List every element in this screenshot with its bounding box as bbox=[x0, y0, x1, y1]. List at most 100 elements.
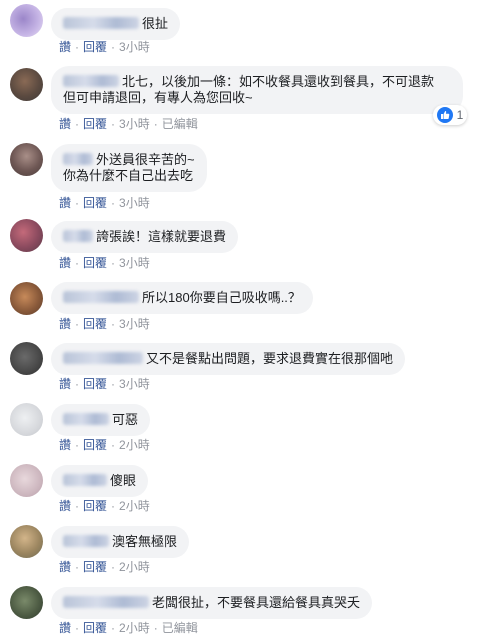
like-link[interactable]: 讚 bbox=[59, 377, 71, 391]
separator: · bbox=[75, 621, 80, 635]
separator: · bbox=[75, 40, 80, 54]
comment-text: 誇張誒！這樣就要退費 bbox=[96, 229, 227, 244]
comment-text-line2: 你為什麼不自己出去吃 bbox=[63, 168, 194, 183]
comment-bubble: 傻眼 bbox=[51, 465, 149, 497]
reply-link[interactable]: 回覆 bbox=[83, 438, 107, 452]
timestamp[interactable]: 3小時 bbox=[119, 196, 150, 210]
comment-text: 外送員很辛苦的~ bbox=[96, 152, 195, 167]
edited-label[interactable]: 已編輯 bbox=[162, 621, 198, 635]
comment-actions: 讚 · 回覆 · 3小時 bbox=[59, 377, 150, 391]
avatar[interactable] bbox=[10, 282, 43, 315]
separator: · bbox=[75, 196, 80, 210]
timestamp[interactable]: 2小時 bbox=[119, 621, 150, 635]
comment-actions: 讚 · 回覆 · 3小時 bbox=[59, 196, 150, 210]
comment-text: 很扯 bbox=[142, 16, 169, 31]
timestamp[interactable]: 3小時 bbox=[119, 317, 150, 331]
avatar[interactable] bbox=[10, 525, 43, 558]
reaction-count[interactable]: 1 bbox=[433, 105, 467, 125]
separator: · bbox=[153, 621, 158, 635]
like-link[interactable]: 讚 bbox=[59, 117, 71, 131]
comment-bubble: 可惡 bbox=[51, 404, 151, 436]
separator: · bbox=[111, 40, 116, 54]
separator: · bbox=[75, 438, 80, 452]
reply-link[interactable]: 回覆 bbox=[83, 196, 107, 210]
comment-actions: 讚 · 回覆 · 3小時 · 已編輯 bbox=[59, 117, 198, 131]
comment-actions: 讚 · 回覆 · 2小時 bbox=[59, 560, 150, 574]
timestamp[interactable]: 3小時 bbox=[119, 40, 150, 54]
commenter-name[interactable] bbox=[63, 291, 139, 303]
avatar[interactable] bbox=[10, 342, 43, 375]
edited-label[interactable]: 已編輯 bbox=[162, 117, 198, 131]
like-link[interactable]: 讚 bbox=[59, 256, 71, 270]
separator: · bbox=[75, 117, 80, 131]
like-link[interactable]: 讚 bbox=[59, 196, 71, 210]
comment-bubble: 外送員很辛苦的~ 你為什麼不自己出去吃 bbox=[51, 144, 207, 192]
separator: · bbox=[75, 560, 80, 574]
comment-text: 北七，以後加一條：如不收餐具還收到餐具，不可退款 bbox=[122, 74, 435, 89]
timestamp[interactable]: 3小時 bbox=[119, 256, 150, 270]
commenter-name[interactable] bbox=[63, 596, 149, 608]
separator: · bbox=[111, 377, 116, 391]
comment-bubble: 誇張誒！這樣就要退費 bbox=[51, 221, 239, 253]
timestamp[interactable]: 2小時 bbox=[119, 499, 150, 513]
separator: · bbox=[111, 196, 116, 210]
commenter-name[interactable] bbox=[63, 352, 143, 364]
separator: · bbox=[111, 499, 116, 513]
separator: · bbox=[111, 317, 116, 331]
reply-link[interactable]: 回覆 bbox=[83, 621, 107, 635]
like-thumb-icon bbox=[436, 107, 453, 123]
comment-actions: 讚 · 回覆 · 3小時 bbox=[59, 40, 150, 54]
like-link[interactable]: 讚 bbox=[59, 317, 71, 331]
commenter-name[interactable] bbox=[63, 153, 93, 165]
avatar[interactable] bbox=[10, 586, 43, 619]
like-link[interactable]: 讚 bbox=[59, 40, 71, 54]
reply-link[interactable]: 回覆 bbox=[83, 377, 107, 391]
avatar[interactable] bbox=[10, 464, 43, 497]
commenter-name[interactable] bbox=[63, 75, 119, 87]
separator: · bbox=[111, 438, 116, 452]
commenter-name[interactable] bbox=[63, 413, 109, 425]
timestamp[interactable]: 2小時 bbox=[119, 438, 150, 452]
commenter-name[interactable] bbox=[63, 17, 139, 29]
commenter-name[interactable] bbox=[63, 230, 93, 242]
like-link[interactable]: 讚 bbox=[59, 621, 71, 635]
comment-bubble: 很扯 bbox=[51, 8, 181, 40]
commenter-name[interactable] bbox=[63, 535, 109, 547]
timestamp[interactable]: 3小時 bbox=[119, 377, 150, 391]
comment-actions: 讚 · 回覆 · 3小時 bbox=[59, 256, 150, 270]
reply-link[interactable]: 回覆 bbox=[83, 117, 107, 131]
reply-link[interactable]: 回覆 bbox=[83, 40, 107, 54]
reply-link[interactable]: 回覆 bbox=[83, 256, 107, 270]
avatar[interactable] bbox=[10, 68, 43, 101]
like-link[interactable]: 讚 bbox=[59, 499, 71, 513]
timestamp[interactable]: 2小時 bbox=[119, 560, 150, 574]
separator: · bbox=[111, 621, 116, 635]
comment-text: 老闆很扯，不要餐具還給餐具真哭夭 bbox=[152, 595, 361, 610]
commenter-name[interactable] bbox=[63, 474, 107, 486]
comment-bubble: 澳客無極限 bbox=[51, 526, 190, 558]
like-link[interactable]: 讚 bbox=[59, 438, 71, 452]
comment-text: 澳客無極限 bbox=[112, 534, 178, 549]
avatar[interactable] bbox=[10, 4, 43, 37]
reply-link[interactable]: 回覆 bbox=[83, 317, 107, 331]
comment-actions: 讚 · 回覆 · 2小時 · 已編輯 bbox=[59, 621, 198, 635]
comment-bubble: 又不是餐點出問題，要求退費實在很那個吔 bbox=[51, 343, 406, 375]
separator: · bbox=[111, 560, 116, 574]
avatar[interactable] bbox=[10, 219, 43, 252]
timestamp[interactable]: 3小時 bbox=[119, 117, 150, 131]
reply-link[interactable]: 回覆 bbox=[83, 499, 107, 513]
separator: · bbox=[75, 256, 80, 270]
separator: · bbox=[153, 117, 158, 131]
comment-text: 可惡 bbox=[112, 412, 139, 427]
avatar[interactable] bbox=[10, 403, 43, 436]
reply-link[interactable]: 回覆 bbox=[83, 560, 107, 574]
comment-bubble: 所以180你要自己吸收嗎..？ bbox=[51, 282, 313, 314]
comment-bubble: 北七，以後加一條：如不收餐具還收到餐具，不可退款 但可申請退回，有專人為您回收~ bbox=[51, 66, 463, 114]
separator: · bbox=[75, 499, 80, 513]
separator: · bbox=[111, 256, 116, 270]
separator: · bbox=[75, 317, 80, 331]
comment-bubble: 老闆很扯，不要餐具還給餐具真哭夭 bbox=[51, 587, 373, 619]
comment-actions: 讚 · 回覆 · 2小時 bbox=[59, 438, 150, 452]
like-link[interactable]: 讚 bbox=[59, 560, 71, 574]
avatar[interactable] bbox=[10, 143, 43, 176]
